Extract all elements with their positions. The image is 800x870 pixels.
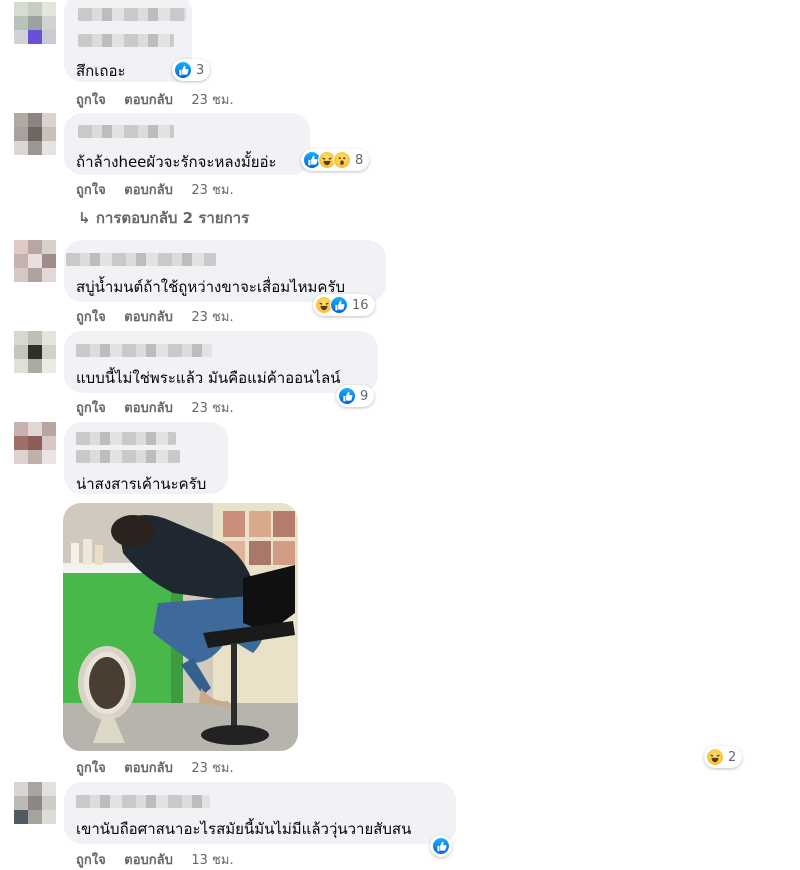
comment-actions: ถูกใจ ตอบกลับ 23 ชม. (76, 179, 248, 200)
like-link[interactable]: ถูกใจ (76, 310, 106, 325)
reply-link[interactable]: ตอบกลับ (124, 761, 173, 776)
commenter-name[interactable] (78, 8, 186, 21)
commenter-name[interactable] (76, 432, 176, 445)
wow-icon (333, 151, 351, 169)
like-icon (174, 61, 192, 79)
like-link[interactable]: ถูกใจ (76, 93, 106, 108)
commenter-name[interactable] (78, 125, 174, 138)
comment-text: น่าสงสารเค้านะครับ (76, 475, 207, 493)
commenter-name[interactable] (66, 253, 216, 266)
avatar[interactable] (14, 782, 56, 824)
like-link[interactable]: ถูกใจ (76, 853, 106, 868)
comment-text: แบบนี้ไม่ใช่พระแล้ว มันคือแม่ค้าออนไลน์ (76, 369, 341, 387)
reaction-summary[interactable]: 16 (313, 294, 375, 316)
comment-time[interactable]: 23 ชม. (191, 183, 233, 198)
haha-icon (706, 748, 724, 766)
comment-actions: ถูกใจ ตอบกลับ 23 ชม. (76, 89, 248, 110)
view-replies-link[interactable]: ↳ การตอบกลับ 2 รายการ (78, 206, 249, 230)
avatar[interactable] (14, 422, 56, 464)
reply-link[interactable]: ตอบกลับ (124, 401, 173, 416)
like-icon (338, 387, 356, 405)
reaction-summary[interactable] (430, 835, 452, 857)
like-link[interactable]: ถูกใจ (76, 183, 106, 198)
comment-text: สบู่น้ำมนต์ถ้าใช้ถูหว่างขาจะเสื่อมไหมครั… (76, 278, 346, 296)
reply-link[interactable]: ตอบกลับ (124, 183, 173, 198)
commenter-name[interactable] (76, 344, 212, 357)
comment-time[interactable]: 23 ชม. (191, 761, 233, 776)
like-link[interactable]: ถูกใจ (76, 401, 106, 416)
comment-actions: ถูกใจ ตอบกลับ 23 ชม. (76, 757, 248, 778)
avatar[interactable] (14, 113, 56, 155)
like-link[interactable]: ถูกใจ (76, 761, 106, 776)
comment-time[interactable]: 23 ชม. (191, 310, 233, 325)
reply-link[interactable]: ตอบกลับ (124, 853, 173, 868)
commenter-name[interactable] (76, 795, 210, 808)
reply-link[interactable]: ตอบกลับ (124, 93, 173, 108)
avatar[interactable] (14, 240, 56, 282)
like-icon (330, 296, 348, 314)
reaction-summary[interactable]: 2 (704, 746, 743, 768)
comment-time[interactable]: 23 ชม. (191, 93, 233, 108)
commenter-name[interactable] (78, 34, 174, 47)
comment-actions: ถูกใจ ตอบกลับ 23 ชม. (76, 397, 248, 418)
reaction-summary[interactable]: 8 (301, 149, 370, 171)
commenter-name[interactable] (76, 450, 180, 463)
avatar[interactable] (14, 2, 56, 44)
comment-text: ถ้าล้างheeผัวจะรักจะหลงมั้ยอ่ะ (76, 153, 277, 171)
comment-text: สึกเถอะ (76, 62, 126, 80)
comment-actions: ถูกใจ ตอบกลับ 23 ชม. (76, 306, 248, 327)
comment-time[interactable]: 13 ชม. (191, 853, 233, 868)
comment-photo[interactable] (63, 503, 298, 751)
comment-text: เขานับถือศาสนาอะไรสมัยนี้มันไม่มีแล้ววุ่… (76, 820, 412, 838)
like-icon (432, 837, 450, 855)
avatar[interactable] (14, 331, 56, 373)
reply-link[interactable]: ตอบกลับ (124, 310, 173, 325)
reaction-summary[interactable]: 3 (172, 59, 211, 81)
comment-time[interactable]: 23 ชม. (191, 401, 233, 416)
reply-arrow-icon: ↳ (78, 209, 91, 227)
photo-image (63, 503, 298, 751)
reaction-summary[interactable]: 9 (336, 385, 375, 407)
